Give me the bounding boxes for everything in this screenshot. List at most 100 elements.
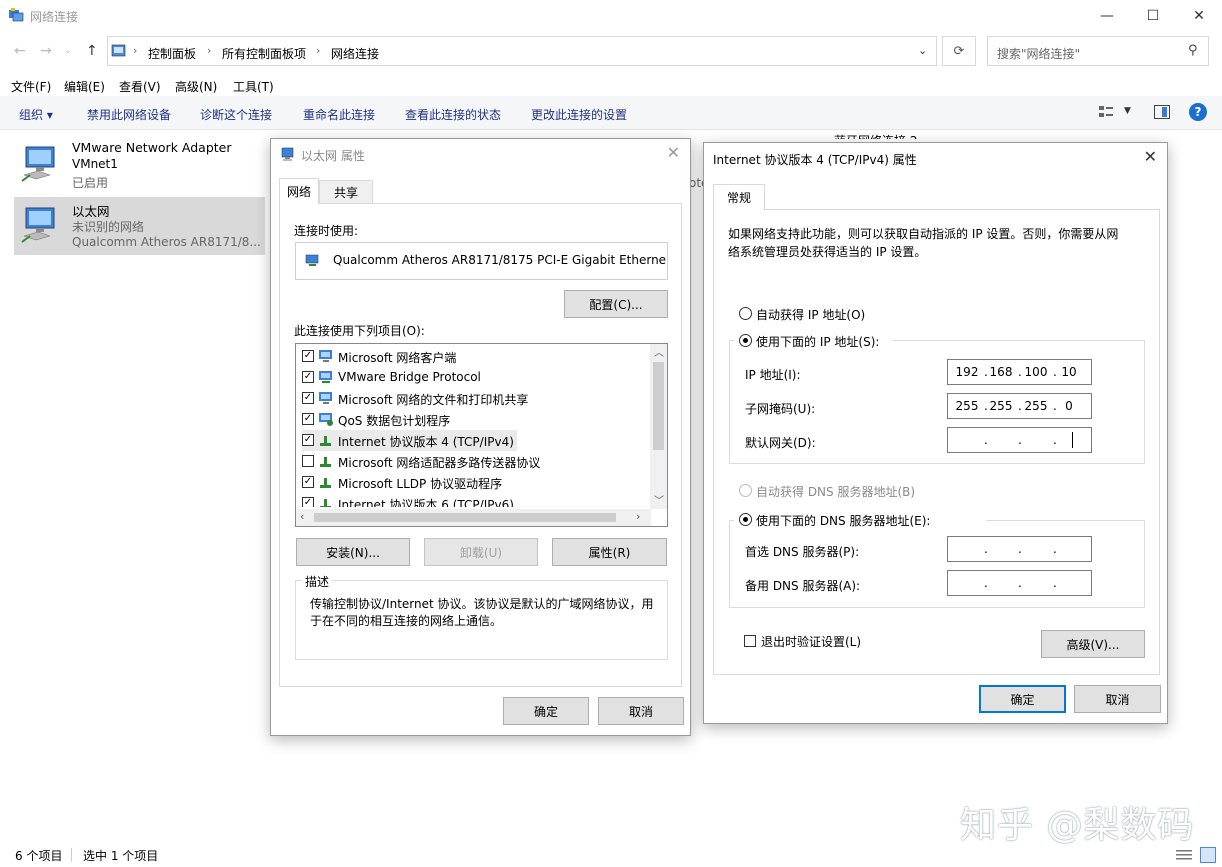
tab-sharing[interactable]: 共享 (319, 180, 373, 204)
install-button[interactable]: 安装(N)... (296, 538, 410, 566)
close-icon[interactable]: ✕ (1144, 147, 1157, 166)
item-label: Internet 协议版本 4 (TCP/IPv4) (338, 435, 514, 449)
disable-device-button[interactable]: 禁用此网络设备 (87, 106, 171, 123)
list-item[interactable]: Microsoft 网络适配器多路传送器协议 (302, 451, 642, 472)
menu-edit[interactable]: 编辑(E) (64, 78, 105, 95)
list-item[interactable]: ✓ Microsoft LLDP 协议驱动程序 (302, 472, 642, 493)
tab-general[interactable]: 常规 (713, 184, 765, 210)
recent-locations-icon[interactable]: ⌄ (64, 46, 72, 56)
maximize-button[interactable]: ☐ (1130, 0, 1176, 32)
cancel-button[interactable]: 取消 (1074, 685, 1161, 713)
list-item[interactable]: ✓ Internet 协议版本 6 (TCP/IPv6) (302, 493, 642, 507)
ok-button[interactable]: 确定 (979, 685, 1066, 713)
configure-button[interactable]: 配置(C)... (564, 290, 668, 318)
list-item[interactable]: ✓ QoS 数据包计划程序 (302, 409, 642, 430)
advanced-button[interactable]: 高级(V)... (1041, 630, 1145, 658)
menu-tools[interactable]: 工具(T) (233, 78, 274, 95)
auto-ip-radio[interactable] (739, 307, 752, 320)
view-status-button[interactable]: 查看此连接的状态 (405, 106, 501, 123)
auto-dns-label[interactable]: 自动获得 DNS 服务器地址(B) (756, 483, 915, 500)
list-item[interactable]: ✓ VMware Bridge Protocol (302, 367, 642, 388)
manual-ip-radio[interactable] (739, 334, 752, 347)
protocol-icon (318, 454, 334, 468)
protocol-icon (318, 496, 334, 507)
address-dropdown-icon[interactable]: ⌄ (918, 44, 927, 57)
close-button[interactable]: ✕ (1176, 0, 1222, 32)
ok-button[interactable]: 确定 (503, 697, 589, 725)
protocol-icon (318, 370, 334, 384)
scroll-left-icon[interactable]: ‹ (300, 510, 304, 523)
protocol-icon (318, 433, 334, 447)
breadcrumb-control-panel[interactable]: 控制面板 (148, 45, 196, 62)
tab-network[interactable]: 网络 (279, 178, 319, 204)
manual-dns-label[interactable]: 使用下面的 DNS 服务器地址(E): (756, 512, 930, 529)
uninstall-button[interactable]: 卸载(U) (424, 538, 538, 566)
preferred-dns-input[interactable]: . . . (947, 536, 1092, 562)
close-icon[interactable]: ✕ (667, 143, 680, 162)
scrollbar-thumb[interactable] (653, 362, 664, 450)
details-view-icon[interactable] (1176, 849, 1192, 861)
refresh-icon[interactable]: ⟳ (942, 36, 976, 66)
checkbox[interactable]: ✓ (302, 413, 314, 425)
search-input[interactable]: 搜索"网络连接" ⚲ (987, 36, 1209, 66)
change-settings-button[interactable]: 更改此连接的设置 (531, 106, 627, 123)
bluetooth-adapter-name: 蓝牙网络连接 2 (834, 132, 917, 139)
selected-count: 选中 1 个项目 (83, 849, 159, 863)
forward-arrow-icon[interactable]: → (40, 43, 52, 59)
manual-dns-radio[interactable] (739, 513, 752, 526)
adapter-item-ethernet[interactable]: 以太网 未识别的网络 Qualcomm Atheros AR8171/8... (14, 197, 265, 255)
adapter-item-vmnet1[interactable]: VMware Network Adapter VMnet1 已启用 (14, 136, 265, 194)
checkbox[interactable] (302, 455, 314, 467)
service-icon (318, 391, 334, 405)
auto-dns-radio[interactable] (739, 484, 752, 497)
rename-button[interactable]: 重命名此连接 (303, 106, 375, 123)
back-arrow-icon[interactable]: ← (14, 43, 26, 59)
ip-octet-4: 10 (1061, 365, 1077, 379)
address-bar[interactable]: › 控制面板 › 所有控制面板项 › 网络连接 ⌄ (107, 36, 937, 66)
view-dropdown-icon[interactable]: ▼ (1124, 106, 1131, 116)
menu-file[interactable]: 文件(F) (11, 78, 51, 95)
list-item-selected[interactable]: ✓ Internet 协议版本 4 (TCP/IPv4) (302, 430, 517, 451)
validate-checkbox[interactable] (744, 635, 756, 647)
scroll-up-icon[interactable]: ︿ (654, 344, 664, 359)
auto-ip-label[interactable]: 自动获得 IP 地址(O) (756, 306, 865, 323)
validate-label[interactable]: 退出时验证设置(L) (761, 633, 861, 650)
ip-address-input[interactable]: 192 . 168 . 100 . 10 (947, 359, 1092, 385)
list-item[interactable]: ✓ Microsoft 网络客户端 (302, 346, 642, 367)
breadcrumb-all-items[interactable]: 所有控制面板项 (222, 45, 306, 62)
item-label: Microsoft 网络适配器多路传送器协议 (338, 456, 541, 470)
subnet-mask-input[interactable]: 255 . 255 . 255 . 0 (947, 393, 1092, 419)
status-bar: 6 个项目 选中 1 个项目 (0, 843, 1222, 867)
organize-button[interactable]: 组织 ▾ (19, 106, 53, 123)
view-options-icon[interactable] (1098, 105, 1114, 119)
cancel-button[interactable]: 取消 (598, 697, 684, 725)
checkbox[interactable]: ✓ (302, 392, 314, 404)
network-folder-icon (8, 7, 24, 23)
diagnose-button[interactable]: 诊断这个连接 (200, 106, 272, 123)
scroll-right-icon[interactable]: › (636, 510, 640, 523)
horizontal-scrollbar[interactable]: ‹ › (296, 509, 651, 526)
components-list[interactable]: ✓ Microsoft 网络客户端 ✓ VMware Bridge Protoc… (295, 343, 668, 527)
alternate-dns-input[interactable]: . . . (947, 570, 1092, 596)
menu-view[interactable]: 查看(V) (119, 78, 161, 95)
alternate-dns-label: 备用 DNS 服务器(A): (745, 579, 861, 593)
checkbox[interactable]: ✓ (302, 350, 314, 362)
scroll-down-icon[interactable]: ﹀ (654, 492, 664, 507)
breadcrumb-network-connections[interactable]: 网络连接 (331, 45, 379, 62)
checkbox[interactable]: ✓ (302, 476, 314, 488)
gateway-input[interactable]: . . . (947, 427, 1092, 453)
large-icons-view-icon[interactable] (1200, 847, 1216, 863)
checkbox[interactable]: ✓ (302, 371, 314, 383)
menu-advanced[interactable]: 高级(N) (175, 78, 217, 95)
checkbox[interactable]: ✓ (302, 497, 314, 507)
list-item[interactable]: ✓ Microsoft 网络的文件和打印机共享 (302, 388, 642, 409)
hscrollbar-thumb[interactable] (314, 513, 616, 522)
manual-ip-label[interactable]: 使用下面的 IP 地址(S): (756, 333, 879, 350)
up-arrow-icon[interactable]: ↑ (86, 43, 98, 59)
checkbox[interactable]: ✓ (302, 434, 314, 446)
preview-pane-icon[interactable] (1154, 105, 1170, 119)
properties-button[interactable]: 属性(R) (552, 538, 667, 566)
vertical-scrollbar[interactable]: ︿ ﹀ (650, 344, 667, 509)
minimize-button[interactable]: — (1084, 0, 1130, 32)
help-icon[interactable]: ? (1189, 103, 1207, 121)
